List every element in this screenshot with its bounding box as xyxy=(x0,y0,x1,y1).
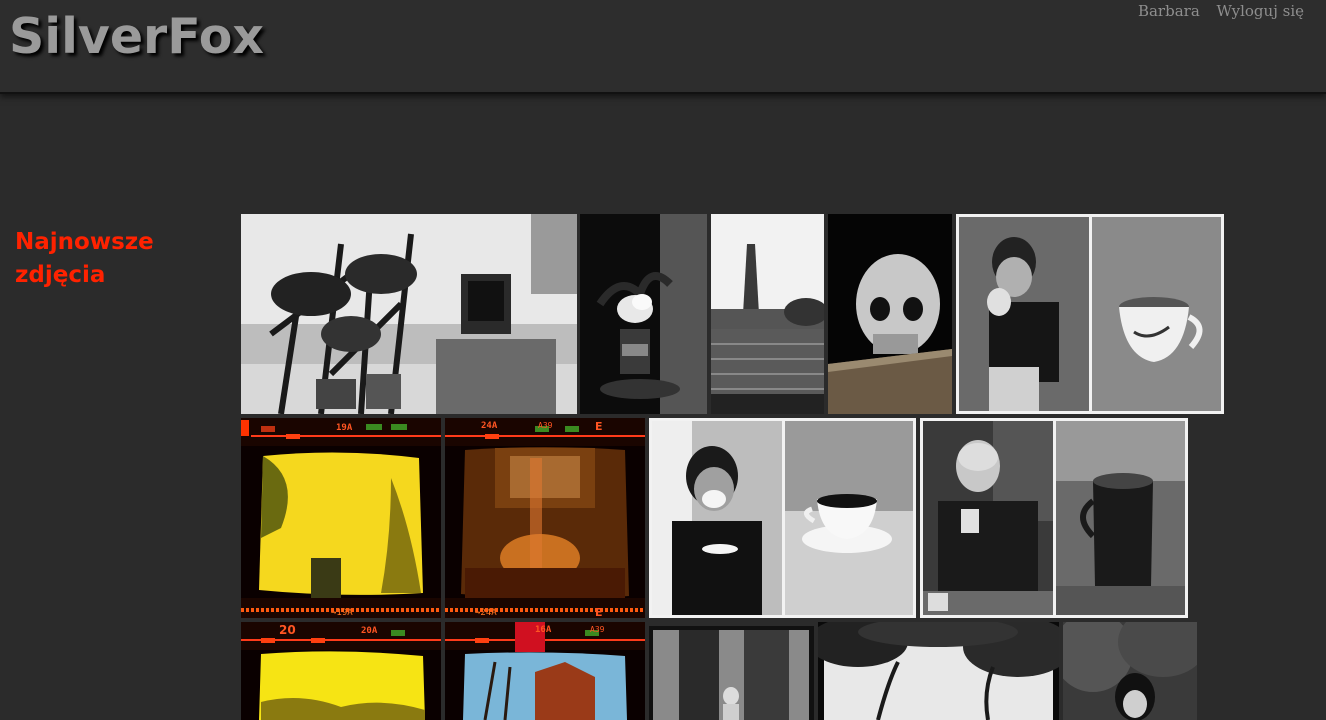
photo-thumbnail-flower-vase[interactable] xyxy=(580,214,707,414)
film-frame-number-top-left: 20 xyxy=(279,623,296,637)
photo-thumbnail-film-blue-house[interactable]: 16A A39 xyxy=(445,622,645,720)
photo-thumbnail-film-yellow-person[interactable]: 19A →19A xyxy=(241,418,441,618)
film-frame-number-bottom: →19A xyxy=(331,608,353,618)
photo-thumbnail-woman-coffee-diptych[interactable] xyxy=(649,418,916,618)
photo-gallery: 19A →19A 24A A39 E →24A E 20 20A 16A A39 xyxy=(0,0,1326,720)
film-letter-top: E xyxy=(595,420,603,433)
photo-thumbnail-woman-cup-diptych[interactable] xyxy=(956,214,1224,414)
photo-thumbnail-tree-canopy[interactable] xyxy=(818,622,1059,720)
photo-thumbnail-man-coffee-diptych[interactable] xyxy=(920,418,1188,618)
film-letter-bottom: E xyxy=(595,606,603,618)
film-frame-number-top: 20A xyxy=(361,626,378,636)
film-code: A39 xyxy=(590,625,605,634)
film-code: A39 xyxy=(538,421,553,430)
film-frame-number-bottom: →24A xyxy=(475,608,497,618)
photo-thumbnail-film-yellow-trees[interactable]: 20 20A xyxy=(241,622,441,720)
photo-thumbnail-monument[interactable] xyxy=(711,214,824,414)
film-frame-number-top: 19A xyxy=(336,423,353,433)
photo-thumbnail-skull[interactable] xyxy=(828,214,952,414)
film-frame-number-top: 24A xyxy=(481,421,498,431)
film-frame-number-top: 16A xyxy=(535,625,552,635)
photo-thumbnail-plants-tv[interactable] xyxy=(241,214,577,414)
photo-thumbnail-film-orange-room[interactable]: 24A A39 E →24A E xyxy=(445,418,645,618)
photo-thumbnail-tree-person[interactable] xyxy=(649,626,814,720)
photo-thumbnail-woman-portrait[interactable] xyxy=(1063,622,1197,720)
